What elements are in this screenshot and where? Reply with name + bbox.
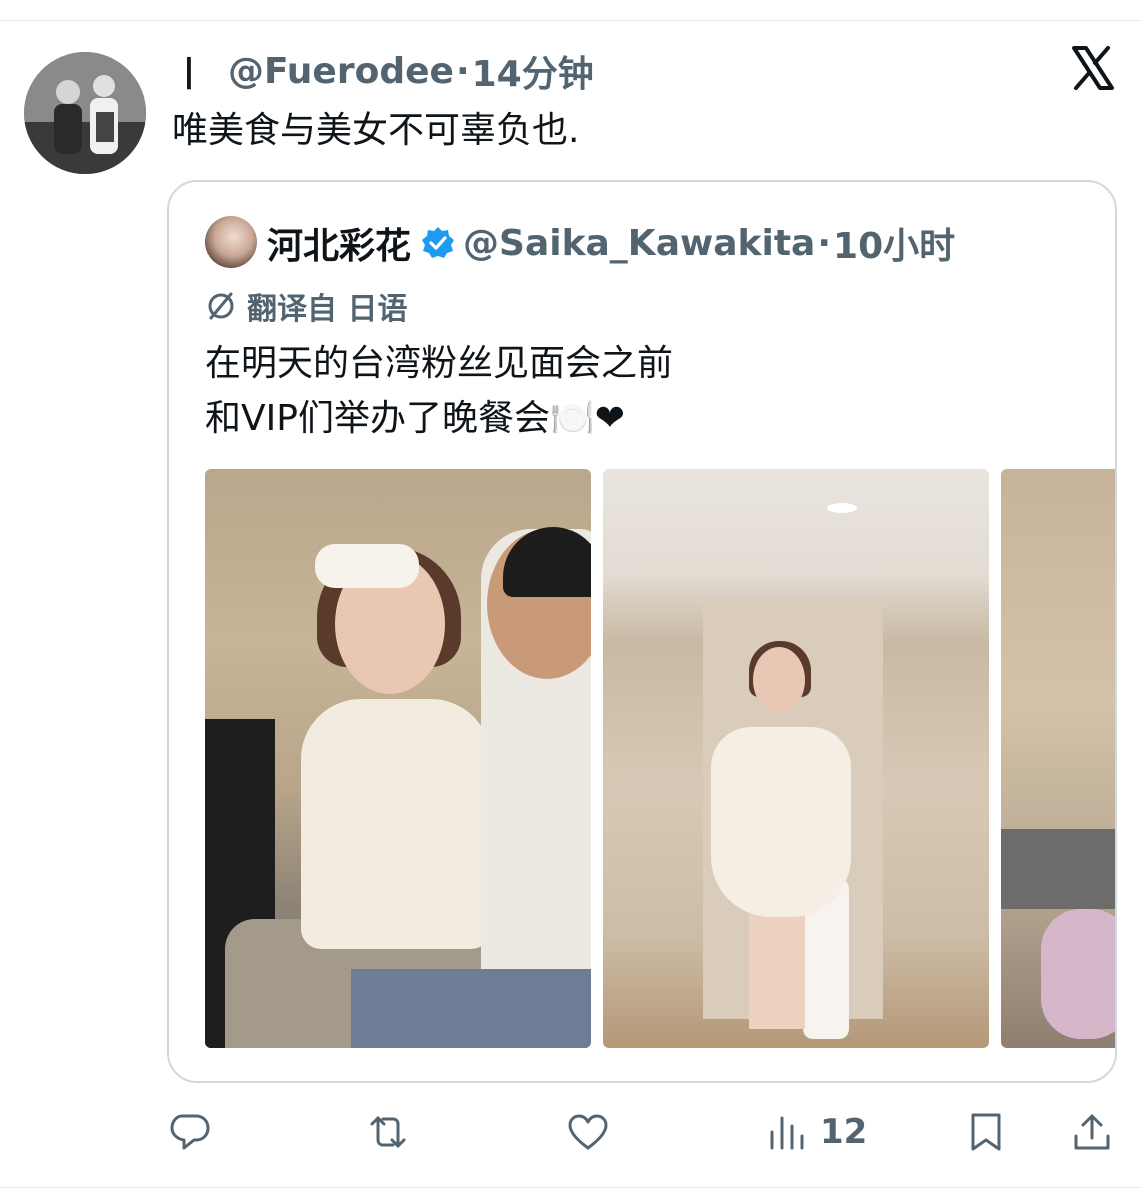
like-button[interactable] (566, 1104, 610, 1160)
media-gallery (205, 469, 1115, 1048)
media-photo[interactable] (1001, 469, 1115, 1048)
photo-figure (351, 969, 591, 1048)
separator-dot: · (455, 50, 470, 92)
quoted-text-line: 在明天的台湾粉丝见面会之前 (205, 343, 674, 384)
action-bar: 12 (0, 1100, 1141, 1164)
quoted-post-header: 河北彩花 @Saika_Kawakita · 10小时 (267, 218, 955, 268)
repost-button[interactable] (366, 1104, 410, 1160)
bottom-divider (0, 1187, 1141, 1188)
quoted-post-text: 在明天的台湾粉丝见面会之前 和VIP们举办了晚餐会🍽️❤ (205, 336, 673, 446)
separator-dot: · (817, 222, 832, 264)
quoted-author-name[interactable]: 河北彩花 (267, 217, 411, 269)
translate-text: 翻译自 日语 (247, 292, 408, 327)
verified-badge-icon (422, 227, 455, 258)
share-icon (1074, 1114, 1110, 1150)
share-button[interactable] (1070, 1104, 1114, 1160)
photo-figure (753, 647, 805, 713)
views-icon (770, 1116, 804, 1150)
author-handle[interactable]: @Fuerodee (228, 51, 454, 92)
photo-figure (749, 909, 805, 1029)
media-photo[interactable] (603, 469, 989, 1048)
photo-figure (1041, 909, 1115, 1039)
photo-figure (827, 503, 857, 513)
bookmark-icon (971, 1113, 1001, 1151)
author-avatar[interactable] (24, 52, 146, 174)
repost-icon (370, 1116, 406, 1148)
photo-figure (315, 544, 419, 588)
translated-from-label[interactable]: 翻译自 日语 (205, 284, 407, 328)
photo-figure (1001, 829, 1115, 909)
like-icon (568, 1114, 608, 1150)
reply-button[interactable] (168, 1104, 212, 1160)
quoted-post-timestamp[interactable]: 10小时 (833, 217, 955, 269)
post-timestamp[interactable]: 14分钟 (472, 45, 594, 97)
translate-icon (208, 292, 234, 320)
views-button[interactable]: 12 (766, 1104, 867, 1160)
reply-icon (170, 1114, 210, 1150)
bookmark-button[interactable] (964, 1104, 1008, 1160)
post-text: 唯美食与美女不可辜负也. (172, 110, 580, 151)
post-header: 丨 @Fuerodee · 14分钟 (172, 46, 594, 96)
quoted-author-avatar[interactable] (205, 216, 257, 268)
photo-figure (711, 727, 851, 917)
media-photo[interactable] (205, 469, 591, 1048)
views-count: 12 (820, 1112, 868, 1152)
x-logo-icon (1072, 46, 1114, 90)
author-name[interactable]: 丨 (172, 47, 206, 96)
quoted-author-handle[interactable]: @Saika_Kawakita (463, 223, 815, 264)
top-divider (0, 20, 1141, 21)
quoted-text-line: 和VIP们举办了晚餐会🍽️❤ (205, 398, 625, 439)
photo-figure (301, 699, 491, 949)
avatar-photo (24, 52, 146, 174)
quoted-post-card[interactable]: 河北彩花 @Saika_Kawakita · 10小时 翻译自 日语 在明天的台… (167, 180, 1117, 1083)
